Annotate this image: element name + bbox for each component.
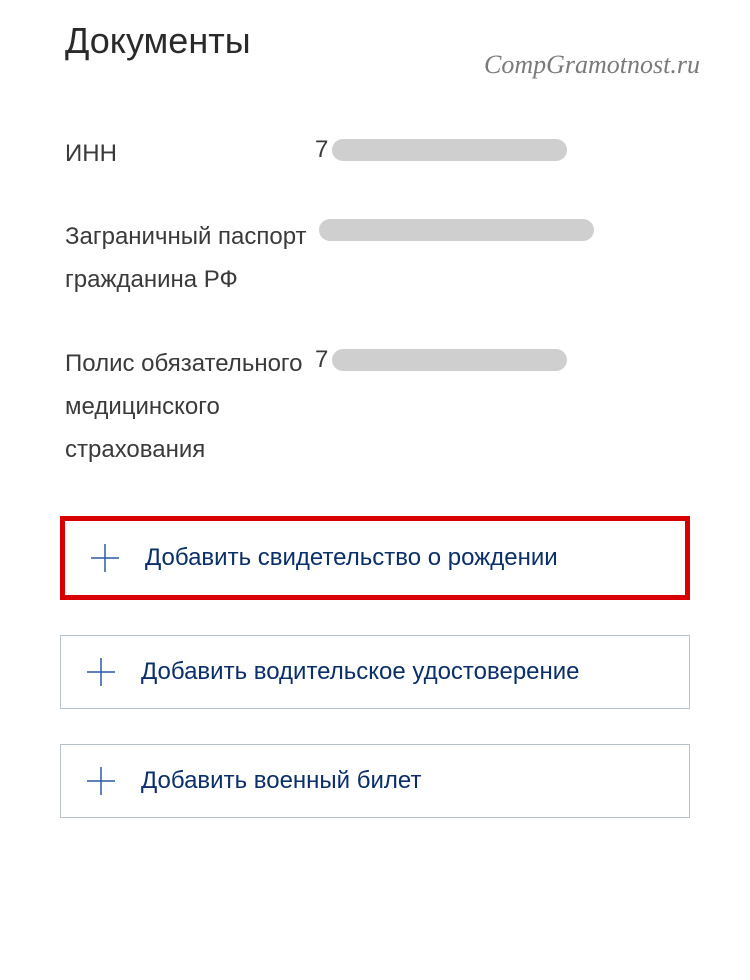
- add-driver-license-button[interactable]: Добавить водительское удостоверение: [60, 635, 690, 709]
- document-value-prefix: 7: [315, 136, 328, 164]
- add-button-label: Добавить свидетельство о рождении: [145, 544, 558, 572]
- document-row-inn: ИНН 7: [0, 102, 750, 185]
- document-row-foreign-passport: Заграничный паспорт гражданина РФ: [0, 185, 750, 311]
- add-birth-certificate-button[interactable]: Добавить свидетельство о рождении: [60, 516, 690, 600]
- add-button-label: Добавить военный билет: [141, 767, 421, 795]
- document-value: 7: [315, 342, 567, 374]
- document-row-medical-insurance: Полис обязательного медицинского страхов…: [0, 312, 750, 482]
- redacted-value: [332, 139, 567, 161]
- plus-icon: [85, 538, 125, 578]
- plus-icon: [81, 761, 121, 801]
- plus-icon: [81, 652, 121, 692]
- document-label: Полис обязательного медицинского страхов…: [65, 342, 315, 472]
- add-button-label: Добавить водительское удостоверение: [141, 658, 580, 686]
- document-value: 7: [315, 132, 567, 164]
- documents-section: Документы CompGramotnost.ru ИНН 7 Загран…: [0, 0, 750, 980]
- add-military-id-button[interactable]: Добавить военный билет: [60, 744, 690, 818]
- watermark-text: CompGramotnost.ru: [484, 50, 700, 80]
- redacted-value: [319, 219, 594, 241]
- document-label: ИНН: [65, 132, 315, 175]
- document-label: Заграничный паспорт гражданина РФ: [65, 215, 315, 301]
- document-value-prefix: 7: [315, 346, 328, 374]
- document-value: [315, 215, 594, 241]
- add-buttons-group: Добавить свидетельство о рождении Добави…: [0, 481, 750, 818]
- redacted-value: [332, 349, 567, 371]
